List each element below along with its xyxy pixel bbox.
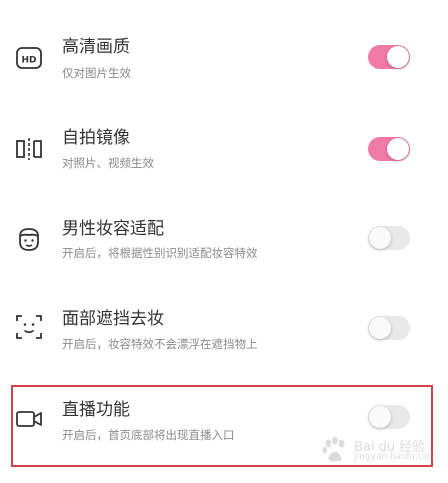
- setting-title: 直播功能: [62, 400, 130, 420]
- setting-title: 高清画质: [62, 37, 130, 57]
- hd-quality-toggle[interactable]: [368, 45, 410, 69]
- setting-description: 开启后，首页底部将出现直播入口: [62, 428, 235, 442]
- setting-row-selfie-mirror: 自拍镜像 对照片、视频生效: [0, 110, 448, 196]
- male-makeup-toggle[interactable]: [368, 226, 410, 250]
- toggle-knob: [387, 46, 409, 68]
- toggle-knob: [369, 317, 391, 339]
- face-occlusion-toggle[interactable]: [368, 316, 410, 340]
- setting-row-face-occlusion: 面部遮挡去妆 开启后，妆容特效不会漂浮在遮挡物上: [0, 290, 448, 376]
- baidu-paw-icon: [322, 436, 345, 462]
- video-camera-icon: [14, 404, 44, 434]
- selfie-mirror-toggle[interactable]: [368, 137, 410, 161]
- setting-row-hd-quality: HD 高清画质 仅对图片生效: [0, 16, 448, 102]
- setting-description: 开启后，妆容特效不会漂浮在遮挡物上: [62, 337, 258, 351]
- setting-description: 仅对图片生效: [62, 66, 131, 80]
- baidu-watermark: Bai du 经验 jingyan.baidu.com: [318, 432, 438, 468]
- male-face-icon: [14, 224, 44, 254]
- watermark-url: jingyan.baidu.com: [354, 452, 438, 462]
- setting-description: 对照片、视频生效: [62, 156, 154, 170]
- toggle-knob: [369, 227, 391, 249]
- live-stream-toggle[interactable]: [368, 405, 410, 429]
- hd-icon: HD: [14, 43, 44, 73]
- toggle-knob: [387, 138, 409, 160]
- toggle-knob: [369, 406, 391, 428]
- mirror-icon: [14, 134, 44, 164]
- setting-title: 自拍镜像: [62, 128, 130, 148]
- setting-title: 面部遮挡去妆: [62, 309, 164, 329]
- setting-row-male-makeup: 男性妆容适配 开启后，将根据性别识别适配妆容特效: [0, 200, 448, 286]
- settings-list: HD 高清画质 仅对图片生效 自拍镜像 对照片、视频生效 男性妆容适配 开启后，…: [0, 0, 448, 483]
- face-scan-icon: [14, 312, 44, 342]
- svg-text:HD: HD: [21, 56, 36, 66]
- setting-title: 男性妆容适配: [62, 219, 164, 239]
- setting-description: 开启后，将根据性别识别适配妆容特效: [62, 246, 258, 260]
